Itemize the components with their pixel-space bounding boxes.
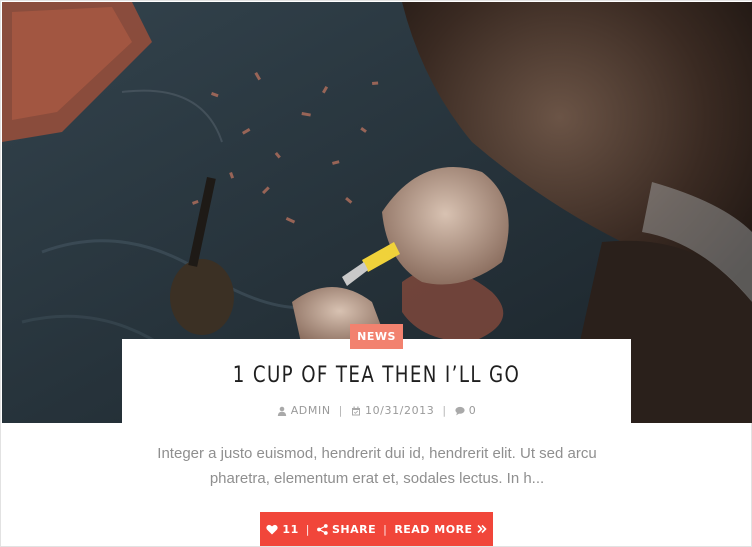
read-more-label: READ MORE bbox=[394, 522, 473, 536]
comment-count: 0 bbox=[468, 404, 477, 417]
post-meta: ADMIN | 10/31/2013 | 0 bbox=[122, 404, 631, 417]
comment-icon bbox=[455, 406, 465, 415]
share-icon bbox=[317, 523, 328, 535]
post-card: NEWS 1 CUP OF TEA THEN I’LL GO ADMIN | 1… bbox=[0, 0, 752, 547]
double-chevron-right-icon bbox=[476, 524, 487, 534]
post-date: 10/31/2013 bbox=[364, 404, 435, 417]
category-badge[interactable]: NEWS bbox=[350, 324, 403, 349]
share-button[interactable]: SHARE bbox=[317, 523, 376, 536]
author-meta[interactable]: ADMIN bbox=[277, 404, 331, 417]
meta-separator: | bbox=[442, 404, 447, 417]
heart-icon bbox=[266, 524, 279, 534]
date-meta: 10/31/2013 bbox=[351, 404, 434, 417]
read-more-button[interactable]: READ MORE bbox=[394, 522, 487, 536]
post-actions-bar: 11 | SHARE | READ MORE bbox=[260, 512, 493, 546]
action-separator: | bbox=[305, 522, 310, 536]
like-button[interactable]: 11 bbox=[266, 523, 298, 536]
share-label: SHARE bbox=[331, 522, 377, 536]
like-count: 11 bbox=[282, 522, 299, 536]
meta-separator: | bbox=[338, 404, 343, 417]
calendar-icon bbox=[351, 406, 360, 415]
post-title[interactable]: 1 CUP OF TEA THEN I’LL GO bbox=[142, 363, 610, 388]
comments-meta[interactable]: 0 bbox=[455, 404, 477, 417]
action-separator: | bbox=[383, 522, 388, 536]
user-icon bbox=[277, 406, 286, 416]
post-excerpt: Integer a justo euismod, hendrerit dui i… bbox=[157, 445, 597, 487]
author-name: ADMIN bbox=[290, 404, 331, 417]
